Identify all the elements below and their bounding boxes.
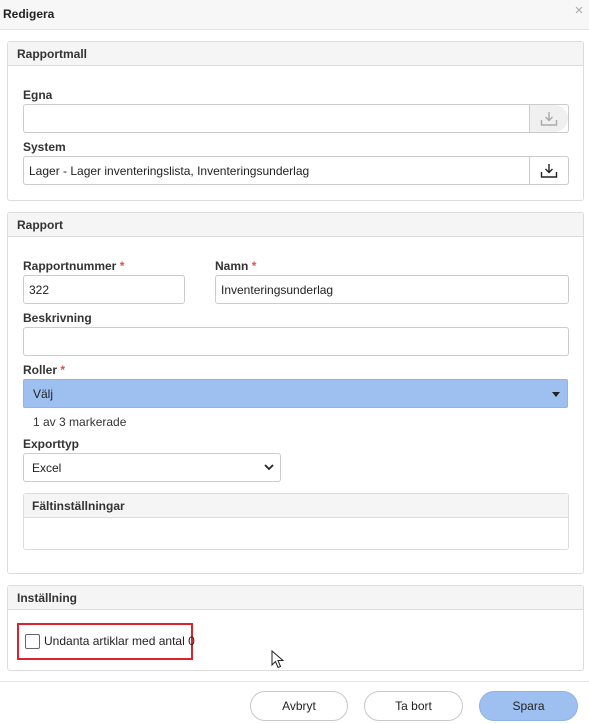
egna-field[interactable] bbox=[23, 104, 569, 133]
dialog-title: Redigera bbox=[3, 7, 55, 21]
download-tray-icon bbox=[540, 111, 558, 126]
rapportnummer-label-text: Rapportnummer bbox=[23, 259, 117, 273]
roller-select[interactable]: Välj bbox=[23, 379, 568, 408]
rapportmall-header: Rapportmall bbox=[8, 42, 583, 66]
rapportnummer-input[interactable]: 322 bbox=[23, 275, 185, 304]
undanta-checkbox-label[interactable]: Undanta artiklar med antal 0 bbox=[44, 634, 195, 648]
exporttyp-label: Exporttyp bbox=[23, 437, 80, 451]
system-value: Lager - Lager inventeringslista, Invente… bbox=[29, 164, 310, 178]
rapportnummer-label: Rapportnummer * bbox=[23, 259, 124, 273]
required-marker: * bbox=[119, 259, 125, 273]
installning-section: Inställning Undanta artiklar med antal 0 bbox=[7, 585, 584, 671]
required-marker: * bbox=[60, 363, 66, 377]
rapportmall-section: Rapportmall Egna System Lager - Lager in… bbox=[7, 41, 584, 201]
namn-label-text: Namn bbox=[215, 259, 249, 273]
egna-label: Egna bbox=[23, 88, 53, 102]
faltinstallningar-header: Fältinställningar bbox=[24, 494, 568, 518]
exporttyp-select[interactable]: Excel bbox=[23, 453, 281, 482]
download-tray-icon bbox=[540, 163, 558, 178]
footer-divider bbox=[0, 681, 589, 682]
roller-label: Roller * bbox=[23, 363, 65, 377]
namn-input[interactable]: Inventeringsunderlag bbox=[215, 275, 569, 304]
rapport-header: Rapport bbox=[8, 213, 583, 237]
system-field[interactable]: Lager - Lager inventeringslista, Invente… bbox=[23, 156, 569, 185]
beskrivning-input[interactable] bbox=[23, 327, 569, 356]
system-label: System bbox=[23, 140, 66, 154]
exporttyp-selected: Excel bbox=[32, 461, 62, 475]
cancel-button[interactable]: Avbryt bbox=[250, 691, 348, 721]
delete-button[interactable]: Ta bort bbox=[364, 691, 463, 721]
save-button[interactable]: Spara bbox=[479, 691, 578, 721]
faltinstallningar-panel: Fältinställningar bbox=[23, 493, 569, 550]
required-marker: * bbox=[251, 259, 257, 273]
caret-down-icon bbox=[552, 392, 560, 397]
dialog-header: Redigera × bbox=[0, 0, 589, 30]
close-icon[interactable]: × bbox=[571, 3, 587, 19]
checkbox-highlight: Undanta artiklar med antal 0 bbox=[17, 623, 195, 660]
system-download-button[interactable] bbox=[529, 157, 568, 184]
chevron-down-icon bbox=[264, 464, 274, 471]
rapport-section: Rapport Rapportnummer * 322 Namn * Inven… bbox=[7, 212, 584, 574]
undanta-checkbox[interactable] bbox=[25, 634, 40, 649]
egna-download-button[interactable] bbox=[529, 105, 568, 132]
roller-count: 1 av 3 markerade bbox=[33, 415, 127, 429]
roller-selected: Välj bbox=[33, 387, 54, 401]
mouse-cursor-icon bbox=[271, 650, 285, 669]
roller-label-text: Roller bbox=[23, 363, 58, 377]
installning-header: Inställning bbox=[8, 586, 583, 610]
namn-label: Namn * bbox=[215, 259, 256, 273]
beskrivning-label: Beskrivning bbox=[23, 311, 92, 325]
